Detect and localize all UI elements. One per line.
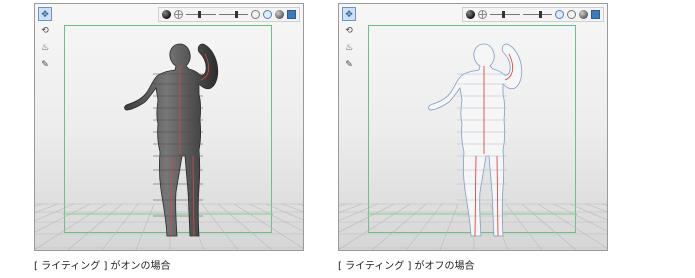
viewport-lighting-on[interactable]: ✥ ⟲ ♨ ✎ [34,3,304,251]
3d-figure-unshaded[interactable] [339,4,608,251]
caption-lighting-off: [ ライティング ] がオフの場合 [338,261,475,272]
caption-lighting-on: [ ライティング ] がオンの場合 [34,261,171,272]
figure-body[interactable] [428,43,523,237]
viewport-lighting-off[interactable]: ✥ ⟲ ♨ ✎ [338,3,608,251]
figure-body[interactable] [124,43,219,237]
3d-figure-shaded[interactable] [35,4,304,251]
